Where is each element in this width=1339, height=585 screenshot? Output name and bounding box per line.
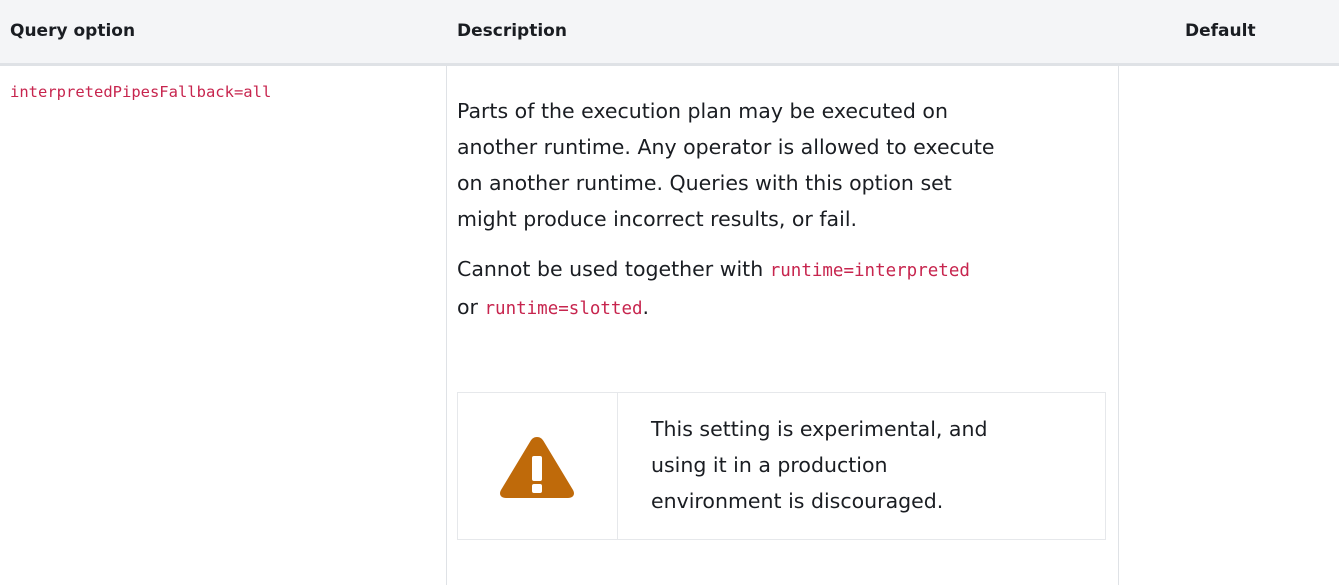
query-options-table: Query option Description Default interpr… bbox=[0, 0, 1339, 585]
description-line: another runtime. Any operator is allowed… bbox=[457, 135, 995, 159]
restriction-suffix: . bbox=[642, 295, 650, 319]
runtime-interpreted-code: runtime=interpreted bbox=[769, 261, 970, 281]
restriction-prefix: Cannot be used together with bbox=[457, 257, 770, 281]
warning-text: This setting is experimental, and using … bbox=[651, 411, 1091, 519]
table-header-row: Query option Description Default bbox=[0, 0, 1339, 66]
restriction-line-1: Cannot be used together with runtime=int… bbox=[457, 251, 1117, 289]
warning-line: environment is discouraged. bbox=[651, 489, 944, 513]
warning-icon bbox=[500, 437, 574, 498]
warning-line: This setting is experimental, and bbox=[651, 417, 988, 441]
description-line: might produce incorrect results, or fail… bbox=[457, 207, 858, 231]
column-divider bbox=[446, 66, 447, 585]
restriction-line-2: or runtime=slotted. bbox=[457, 289, 1117, 327]
header-description: Description bbox=[457, 21, 567, 41]
header-query-option: Query option bbox=[10, 21, 136, 41]
description-line: Parts of the execution plan may be execu… bbox=[457, 99, 948, 123]
warning-line: using it in a production bbox=[651, 453, 888, 477]
header-default: Default bbox=[1185, 21, 1256, 41]
warning-admonition: This setting is experimental, and using … bbox=[457, 392, 1106, 540]
restriction-middle: or bbox=[457, 295, 485, 319]
runtime-slotted-code: runtime=slotted bbox=[484, 299, 643, 319]
description-line: on another runtime. Queries with this op… bbox=[457, 171, 952, 195]
option-value-code: interpretedPipesFallback=all bbox=[10, 83, 272, 101]
column-divider bbox=[1118, 66, 1119, 585]
restriction-paragraph: Cannot be used together with runtime=int… bbox=[457, 251, 1117, 327]
admonition-icon-cell bbox=[458, 393, 618, 539]
description-paragraph: Parts of the execution plan may be execu… bbox=[457, 93, 1117, 237]
